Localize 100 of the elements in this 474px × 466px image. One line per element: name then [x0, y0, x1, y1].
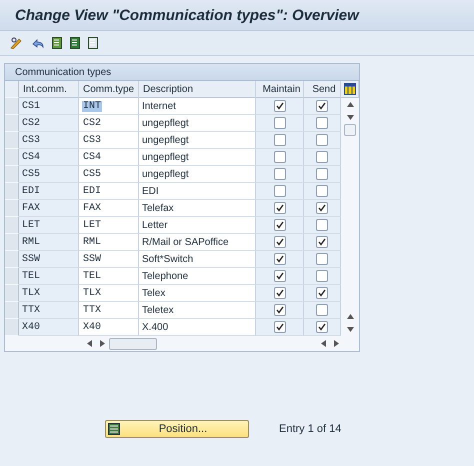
comm-type-field[interactable]: SSW [79, 251, 139, 268]
comm-type-field[interactable]: INT [79, 98, 139, 115]
scroll-thumb[interactable] [344, 124, 356, 136]
description-field[interactable]: Telephone [139, 268, 256, 285]
undo-arrow-icon[interactable] [31, 37, 45, 49]
description-field[interactable]: ungepflegt [139, 132, 256, 149]
description-field[interactable]: Internet [139, 98, 256, 115]
description-field[interactable]: Telex [139, 285, 256, 302]
row-selector[interactable] [5, 115, 19, 132]
description-field[interactable]: ungepflegt [139, 149, 256, 166]
table-title: Communication types [15, 66, 112, 78]
row-selector[interactable] [5, 183, 19, 200]
table-cell: FAX [19, 200, 79, 217]
comm-type-field[interactable]: CS4 [79, 149, 139, 166]
window-title: Change View "Communication types": Overview [15, 6, 359, 24]
checkbox[interactable] [274, 321, 286, 333]
comm-type-field[interactable]: RML [79, 234, 139, 251]
scroll-right-icon[interactable] [100, 340, 105, 347]
checkbox[interactable] [316, 151, 328, 163]
checkbox[interactable] [274, 236, 286, 248]
comm-type-field[interactable]: LET [79, 217, 139, 234]
row-selector[interactable] [5, 251, 19, 268]
checkbox[interactable] [316, 219, 328, 231]
checkbox[interactable] [316, 185, 328, 197]
checkbox[interactable] [274, 100, 286, 112]
description-field[interactable]: ungepflegt [139, 115, 256, 132]
table-cell: SSW [19, 251, 79, 268]
checkbox[interactable] [316, 134, 328, 146]
table-settings-icon[interactable] [344, 83, 356, 95]
checkbox[interactable] [316, 287, 328, 299]
comm-type-field[interactable]: TEL [79, 268, 139, 285]
description-field[interactable]: X.400 [139, 319, 256, 336]
scroll-left-icon[interactable] [87, 340, 92, 347]
select-all-button[interactable] [5, 81, 19, 98]
horizontal-scroll-thumb[interactable] [109, 338, 157, 350]
scroll-up-icon[interactable] [346, 314, 354, 319]
checkbox[interactable] [316, 202, 328, 214]
comm-type-field[interactable]: FAX [79, 200, 139, 217]
comm-type-field[interactable]: EDI [79, 183, 139, 200]
description-field[interactable]: Teletex [139, 302, 256, 319]
row-selector[interactable] [5, 319, 19, 336]
column-header[interactable]: Send [304, 81, 341, 98]
scroll-up-icon[interactable] [346, 102, 354, 107]
row-selector[interactable] [5, 234, 19, 251]
checkbox[interactable] [316, 321, 328, 333]
pencil-glasses-icon[interactable] [10, 37, 24, 49]
checkbox[interactable] [316, 253, 328, 265]
row-selector[interactable] [5, 268, 19, 285]
checkbox[interactable] [316, 100, 328, 112]
row-selector[interactable] [5, 166, 19, 183]
scroll-right-icon[interactable] [334, 340, 339, 347]
position-button[interactable]: Position... [105, 420, 249, 438]
checkbox[interactable] [274, 168, 286, 180]
table-cell: X40 [19, 319, 79, 336]
comm-type-field[interactable]: TLX [79, 285, 139, 302]
checkbox[interactable] [274, 117, 286, 129]
column-header[interactable]: Int.comm. [19, 81, 79, 98]
checkbox[interactable] [274, 253, 286, 265]
checkbox[interactable] [274, 202, 286, 214]
checkbox[interactable] [274, 185, 286, 197]
checkbox[interactable] [274, 304, 286, 316]
comm-type-field[interactable]: CS5 [79, 166, 139, 183]
scroll-down-icon[interactable] [346, 115, 354, 120]
checkbox[interactable] [316, 236, 328, 248]
table-cell: RML [19, 234, 79, 251]
column-header[interactable]: Maintain [256, 81, 304, 98]
column-header[interactable]: Comm.type [79, 81, 139, 98]
row-selector[interactable] [5, 98, 19, 115]
description-field[interactable]: Telefax [139, 200, 256, 217]
checkbox[interactable] [274, 219, 286, 231]
entry-info: Entry 1 of 14 [279, 423, 342, 435]
checkbox[interactable] [316, 168, 328, 180]
comm-type-field[interactable]: X40 [79, 319, 139, 336]
row-selector[interactable] [5, 200, 19, 217]
comm-type-field[interactable]: CS2 [79, 115, 139, 132]
checkbox[interactable] [316, 270, 328, 282]
column-header[interactable]: Description [139, 81, 256, 98]
row-selector[interactable] [5, 302, 19, 319]
comm-type-field[interactable]: CS3 [79, 132, 139, 149]
table-cell: CS2 [19, 115, 79, 132]
description-field[interactable]: Soft*Switch [139, 251, 256, 268]
table-cell: CS5 [19, 166, 79, 183]
comm-type-field[interactable]: TTX [79, 302, 139, 319]
checkbox[interactable] [274, 287, 286, 299]
row-selector[interactable] [5, 217, 19, 234]
scroll-down-icon[interactable] [346, 327, 354, 332]
checkbox[interactable] [316, 304, 328, 316]
checkbox[interactable] [274, 134, 286, 146]
row-selector[interactable] [5, 132, 19, 149]
description-field[interactable]: R/Mail or SAPoffice [139, 234, 256, 251]
checkbox[interactable] [274, 270, 286, 282]
table-cell: TEL [19, 268, 79, 285]
checkbox[interactable] [316, 117, 328, 129]
row-selector[interactable] [5, 285, 19, 302]
row-selector[interactable] [5, 149, 19, 166]
checkbox[interactable] [274, 151, 286, 163]
scroll-left-icon[interactable] [321, 340, 326, 347]
description-field[interactable]: Letter [139, 217, 256, 234]
description-field[interactable]: EDI [139, 183, 256, 200]
description-field[interactable]: ungepflegt [139, 166, 256, 183]
